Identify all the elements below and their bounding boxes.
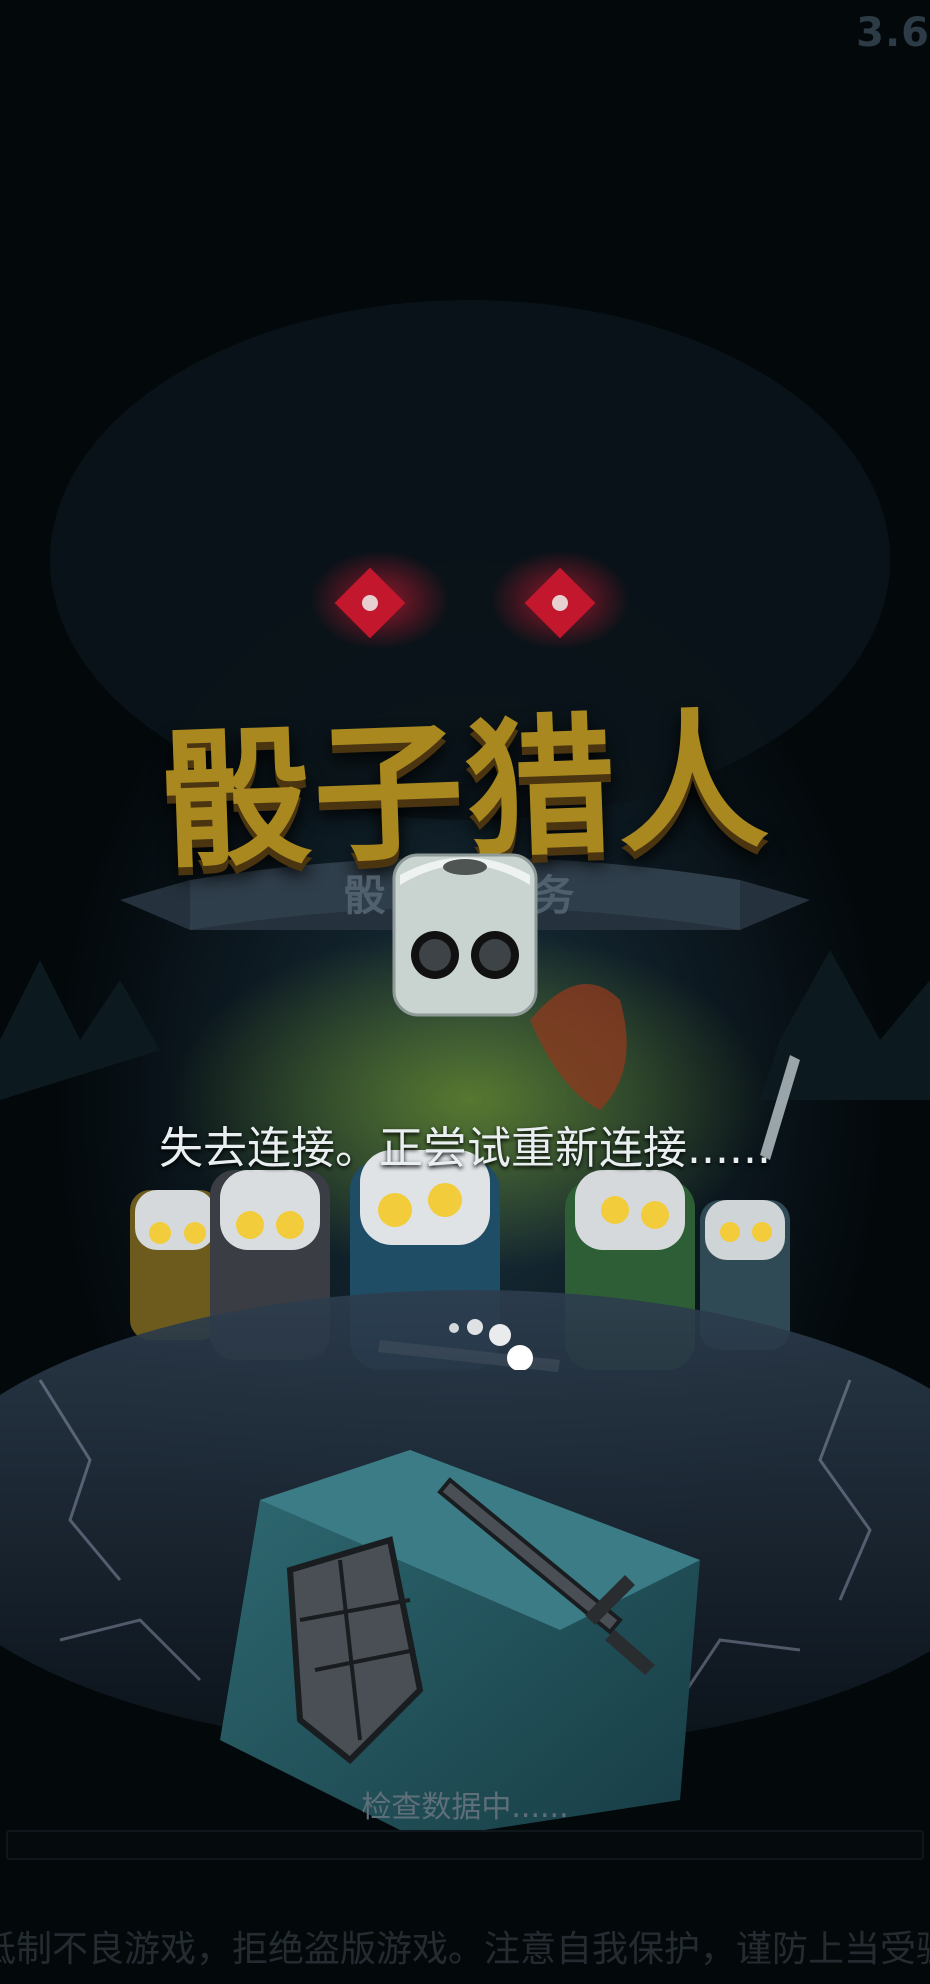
connection-status-message: 失去连接。正尝试重新连接...... — [159, 1123, 771, 1174]
loading-progress-bar — [6, 1830, 924, 1860]
dice-two-icon — [392, 853, 538, 1017]
version-label: 3.6 — [856, 10, 930, 56]
loading-status-text: 检查数据中...... — [361, 1790, 569, 1825]
loading-dots-icon — [449, 1319, 533, 1370]
health-gaming-notice: 抵制不良游戏，拒绝盗版游戏。注意自我保护，谨防上当受骗 — [0, 1929, 930, 1970]
game-loading-screen: 3.6 骰子猎人 骰子 任务 失去连接。正尝试重新连接...... 检查数据中.… — [0, 0, 930, 1984]
